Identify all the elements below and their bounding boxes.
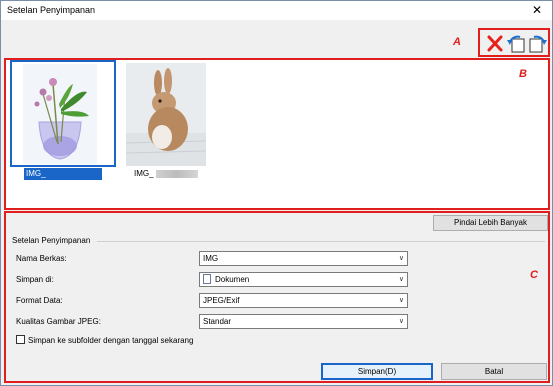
data-format-label: Format Data: (16, 296, 63, 305)
dialog-body: A B IMG_ IMG_ Pindai Lebih Banyak C Sete… (1, 20, 552, 385)
thumbnail-caption: IMG_ (134, 168, 198, 180)
settings-group-title: Setelan Penyimpanan (12, 236, 91, 245)
flowers-in-glass-image (23, 64, 97, 164)
data-format-select[interactable]: JPEG/Exif ∨ (199, 293, 408, 308)
image-toolbar (478, 28, 550, 57)
chevron-down-icon: ∨ (398, 276, 404, 283)
annotation-label-b: B (519, 68, 527, 80)
annotation-label-c: C (530, 269, 538, 281)
redacted-filename (155, 169, 198, 178)
jpeg-quality-select[interactable]: Standar ∨ (199, 314, 408, 329)
chevron-down-icon: ∨ (398, 255, 404, 262)
window-title: Setelan Penyimpanan (7, 5, 96, 15)
rabbit-image (126, 63, 206, 166)
file-name-combo[interactable]: IMG ∨ (199, 251, 408, 266)
subfolder-option[interactable]: Simpan ke subfolder dengan tanggal sekar… (16, 335, 194, 345)
cancel-button[interactable]: Batal (441, 363, 547, 380)
subfolder-checkbox[interactable] (16, 335, 25, 345)
close-button[interactable]: ✕ (525, 2, 549, 19)
thumbnail-caption-text: IMG_ (134, 169, 154, 178)
save-button[interactable]: Simpan(D) (321, 363, 433, 380)
group-divider (97, 241, 545, 242)
save-in-select[interactable]: Dokumen ∨ (199, 272, 408, 287)
document-icon (203, 273, 211, 284)
thumbnail-flowers[interactable] (23, 64, 97, 164)
data-format-value: JPEG/Exif (203, 296, 240, 305)
delete-icon[interactable] (485, 32, 505, 54)
thumbnail-rabbit[interactable] (126, 63, 206, 166)
thumbnail-caption-selected: IMG_ (24, 168, 102, 180)
subfolder-label: Simpan ke subfolder dengan tanggal sekar… (28, 336, 194, 345)
chevron-down-icon: ∨ (398, 318, 404, 325)
save-in-value: Dokumen (215, 275, 250, 284)
rotate-left-icon[interactable] (506, 32, 526, 54)
annotation-label-a: A (453, 36, 461, 48)
title-bar: Setelan Penyimpanan ✕ (1, 1, 552, 20)
chevron-down-icon: ∨ (398, 297, 404, 304)
dialog-window: Setelan Penyimpanan ✕ A B IMG_ IMG_ Pind… (0, 0, 553, 386)
file-name-value: IMG (203, 254, 219, 263)
rotate-right-icon[interactable] (528, 32, 548, 54)
jpeg-quality-value: Standar (203, 317, 232, 326)
jpeg-quality-label: Kualitas Gambar JPEG: (16, 317, 101, 326)
save-in-label: Simpan di: (16, 275, 54, 284)
file-name-label: Nama Berkas: (16, 254, 67, 263)
thumbnail-area: B IMG_ IMG_ (4, 58, 550, 210)
